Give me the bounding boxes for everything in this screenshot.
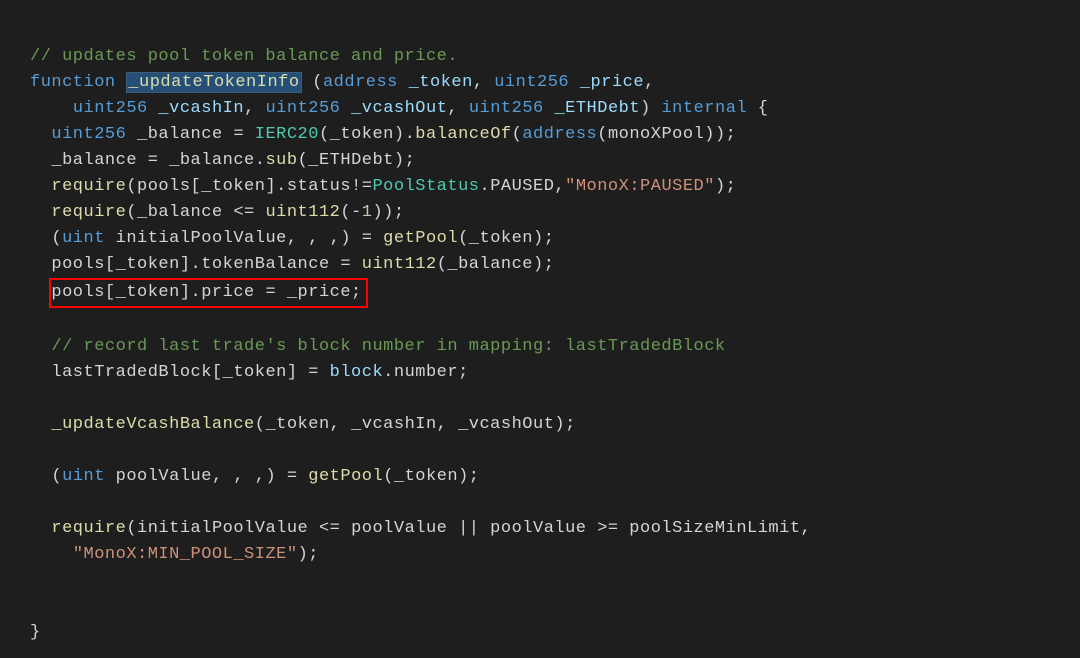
code-line: require(_balance <= uint112(-1)); xyxy=(30,203,405,222)
code-line: uint256 _vcashIn, uint256 _vcashOut, uin… xyxy=(30,99,769,118)
code-line: function _updateTokenInfo (address _toke… xyxy=(30,72,655,93)
code-line: uint256 _balance = IERC20(_token).balanc… xyxy=(30,125,736,144)
code-line: _updateVcashBalance(_token, _vcashIn, _v… xyxy=(30,415,576,434)
code-editor[interactable]: // updates pool token balance and price.… xyxy=(0,0,1080,646)
code-line: require(initialPoolValue <= poolValue ||… xyxy=(30,519,811,538)
code-line: pools[_token].tokenBalance = uint112(_ba… xyxy=(30,255,554,274)
blank-line xyxy=(30,597,41,616)
comment-line: // updates pool token balance and price. xyxy=(30,47,458,66)
code-line: } xyxy=(30,623,41,642)
blank-line xyxy=(30,389,41,408)
blank-line xyxy=(30,441,41,460)
code-line: (uint initialPoolValue, , ,) = getPool(_… xyxy=(30,229,554,248)
function-name-highlight: _updateTokenInfo xyxy=(126,72,301,93)
code-line: (uint poolValue, , ,) = getPool(_token); xyxy=(30,467,480,486)
blank-line xyxy=(30,571,41,590)
blank-line xyxy=(30,311,41,330)
highlighted-line: pools[_token].price = _price; xyxy=(30,283,368,302)
code-line: lastTradedBlock[_token] = block.number; xyxy=(30,363,469,382)
blank-line xyxy=(30,493,41,512)
code-line: "MonoX:MIN_POOL_SIZE"); xyxy=(30,545,319,564)
code-line: require(pools[_token].status!=PoolStatus… xyxy=(30,177,736,196)
comment-line: // record last trade's block number in m… xyxy=(30,337,726,356)
code-line: _balance = _balance.sub(_ETHDebt); xyxy=(30,151,415,170)
